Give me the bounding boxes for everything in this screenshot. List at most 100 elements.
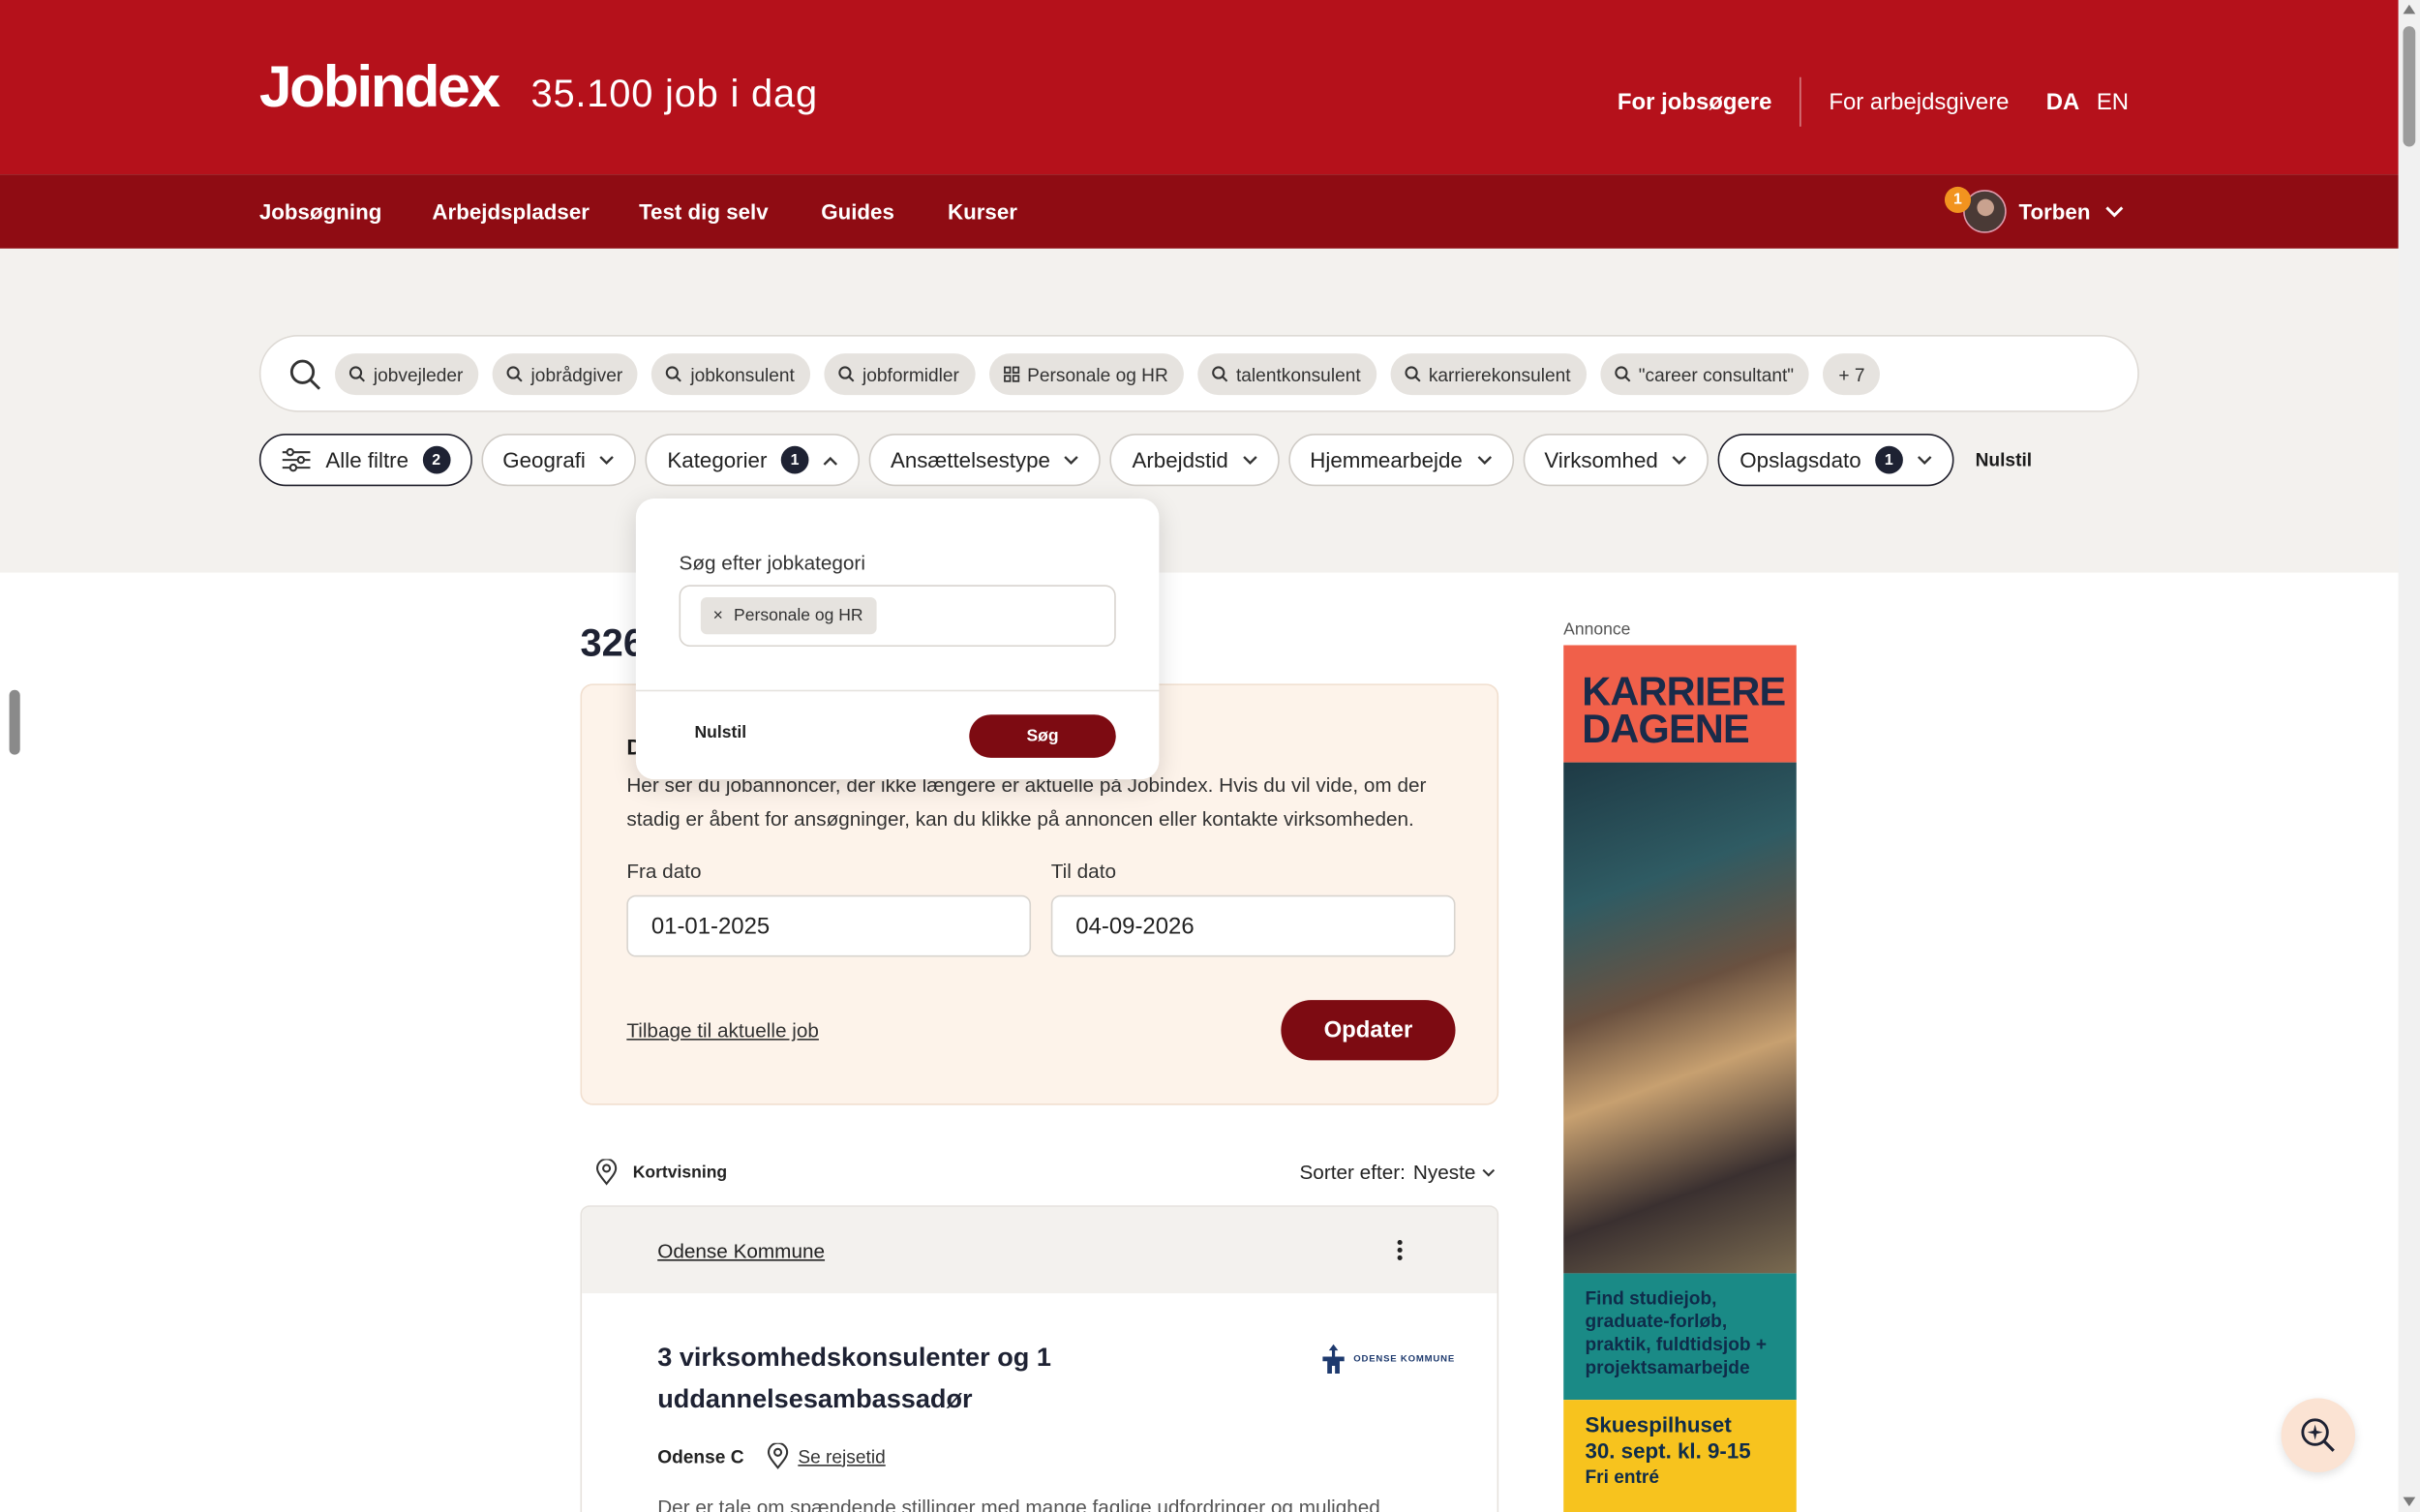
filter-label: Opslagsdato xyxy=(1739,447,1861,472)
category-search-label: Søg efter jobkategori xyxy=(679,551,865,575)
remove-tag-icon[interactable]: × xyxy=(713,607,723,625)
notification-badge: 1 xyxy=(1944,186,1972,214)
job-title-link[interactable]: 3 virksomhedskonsulenter og 1 uddannelse… xyxy=(657,1337,1166,1420)
top-header: Jobindex 35.100 job i dag For jobsøgere … xyxy=(0,0,2399,175)
search-icon xyxy=(838,366,855,382)
category-chip[interactable]: Personale og HR xyxy=(988,353,1184,396)
search-icon xyxy=(1404,366,1421,382)
chevron-down-icon xyxy=(1672,455,1687,465)
virksomhed-filter[interactable]: Virksomhed xyxy=(1523,434,1709,487)
back-to-current-jobs-link[interactable]: Tilbage til aktuelle job xyxy=(626,1018,819,1042)
arbejdstid-filter[interactable]: Arbejdstid xyxy=(1110,434,1280,487)
job-location-row: Odense C Se rejsetid xyxy=(657,1442,886,1469)
search-chip-label: jobrådgiver xyxy=(530,363,623,385)
dropdown-reset-button[interactable]: Nulstil xyxy=(694,724,746,742)
filter-label: Arbejdstid xyxy=(1132,447,1228,472)
search-chip[interactable]: jobrådgiver xyxy=(492,353,639,396)
ai-assistant-button[interactable] xyxy=(2281,1398,2356,1473)
chevron-down-icon xyxy=(1242,455,1257,465)
map-view-toggle[interactable]: Kortvisning xyxy=(595,1159,727,1186)
to-date-input[interactable] xyxy=(1050,894,1456,957)
ad-title: KARRIERE DAGENE xyxy=(1582,672,1786,749)
chevron-down-icon xyxy=(599,455,615,465)
search-icon xyxy=(666,366,682,382)
all-filters-label: Alle filtre xyxy=(325,447,409,472)
filter-label: Ansættelsestype xyxy=(890,447,1050,472)
search-chip-label: jobvejleder xyxy=(373,363,464,385)
filter-row: Alle filtre 2 Geografi Kategorier 1 Ansæt… xyxy=(258,434,2032,487)
sort-selector[interactable]: Sorter efter: Nyeste xyxy=(1299,1161,1496,1184)
filter-sliders-icon xyxy=(282,447,311,472)
search-icon xyxy=(1212,366,1228,382)
search-chip[interactable]: jobformidler xyxy=(824,353,975,396)
user-menu[interactable]: 1 Torben xyxy=(1944,186,2124,235)
ad-green-text: Find studiejob, graduate-forløb, praktik… xyxy=(1563,1273,1797,1401)
search-chip-label: "career consultant" xyxy=(1638,363,1795,385)
user-name: Torben xyxy=(2018,198,2091,225)
lang-en-link[interactable]: EN xyxy=(2097,89,2129,115)
search-icon[interactable] xyxy=(288,358,322,392)
side-panel-handle[interactable] xyxy=(9,689,20,755)
search-chip-label: talentkonsulent xyxy=(1235,363,1361,385)
karrieredagene-ad[interactable]: KARRIERE DAGENE Find studiejob, graduate-… xyxy=(1563,645,1797,1512)
opslagsdato-filter[interactable]: Opslagsdato 1 xyxy=(1717,434,1954,487)
job-snippet: Der er tale om spændende stillinger med … xyxy=(657,1495,1380,1512)
search-chip[interactable]: karrierekonsulent xyxy=(1389,353,1587,396)
filter-label: Kategorier xyxy=(667,447,768,472)
all-filters-button[interactable]: Alle filtre 2 xyxy=(258,434,472,487)
main-nav: Jobsøgning Arbejdspladser Test dig selv … xyxy=(0,174,2399,249)
travel-time-link[interactable]: Se rejsetid xyxy=(798,1445,885,1467)
search-chip[interactable]: talentkonsulent xyxy=(1197,353,1376,396)
job-card[interactable]: Odense Kommune 3 virksomhedskonsulenter … xyxy=(580,1205,1499,1512)
scrollbar-thumb[interactable] xyxy=(2403,26,2416,147)
ansaettelsestype-filter[interactable]: Ansættelsestype xyxy=(868,434,1102,487)
to-date-label: Til dato xyxy=(1050,860,1117,883)
page-scrollbar[interactable] xyxy=(2398,0,2420,1512)
search-chip[interactable]: "career consultant" xyxy=(1599,353,1810,396)
selected-category-tag[interactable]: × Personale og HR xyxy=(700,597,877,635)
reset-filters-link[interactable]: Nulstil xyxy=(1976,449,2032,470)
jobindex-logo[interactable]: Jobindex xyxy=(259,55,500,122)
scroll-up-arrow-icon[interactable] xyxy=(2403,4,2416,15)
geografi-filter[interactable]: Geografi xyxy=(480,434,637,487)
ad-banner-top: KARRIERE DAGENE xyxy=(1563,645,1797,763)
lang-da-link[interactable]: DA xyxy=(2046,89,2080,115)
nav-item-guides[interactable]: Guides xyxy=(821,199,894,225)
for-jobseekers-link[interactable]: For jobsøgere xyxy=(1618,89,1771,115)
nav-item-jobsogning[interactable]: Jobsøgning xyxy=(259,199,381,225)
dropdown-search-button[interactable]: Søg xyxy=(969,714,1116,758)
nav-item-test-dig-selv[interactable]: Test dig selv xyxy=(639,199,769,225)
company-logo[interactable]: ODENSE KOMMUNE xyxy=(1318,1343,1455,1376)
search-bar[interactable]: jobvejleder jobrådgiver jobkonsulent job… xyxy=(258,334,2139,412)
sparkle-search-icon xyxy=(2301,1418,2335,1452)
search-chip[interactable]: jobkonsulent xyxy=(651,353,810,396)
for-employers-link[interactable]: For arbejdsgivere xyxy=(1829,89,2009,115)
hjemmearbejde-filter[interactable]: Hjemmearbejde xyxy=(1287,434,1514,487)
category-search-input[interactable]: × Personale og HR xyxy=(679,585,1116,648)
search-chip-label: karrierekonsulent xyxy=(1428,363,1571,385)
job-card-header: Odense Kommune xyxy=(582,1206,1497,1294)
chevron-up-icon xyxy=(823,456,837,465)
company-link[interactable]: Odense Kommune xyxy=(657,1239,825,1262)
chevron-down-icon xyxy=(1065,455,1079,465)
more-chips-button[interactable]: + 7 xyxy=(1823,353,1881,396)
category-grid-icon xyxy=(1003,366,1019,382)
nav-item-kurser[interactable]: Kurser xyxy=(948,199,1017,225)
chevron-down-icon xyxy=(2105,206,2124,218)
nav-item-arbejdspladser[interactable]: Arbejdspladser xyxy=(432,199,590,225)
filter-count-badge: 2 xyxy=(422,445,451,474)
ad-title-line: DAGENE xyxy=(1582,705,1749,752)
scroll-down-arrow-icon[interactable] xyxy=(2403,1497,2416,1507)
job-city: Odense C xyxy=(657,1445,744,1467)
sort-label: Sorter efter: xyxy=(1299,1160,1406,1184)
from-date-input[interactable] xyxy=(626,894,1032,957)
filter-count-badge: 1 xyxy=(780,445,809,474)
more-options-icon[interactable] xyxy=(1395,1238,1405,1263)
category-dropdown: Søg efter jobkategori × Personale og HR … xyxy=(635,498,1160,780)
kategorier-filter[interactable]: Kategorier 1 xyxy=(646,434,861,487)
chevron-down-icon xyxy=(1476,455,1492,465)
update-button[interactable]: Opdater xyxy=(1281,1000,1456,1061)
search-chip[interactable]: jobvejleder xyxy=(334,353,479,396)
filter-label: Virksomhed xyxy=(1544,447,1658,472)
page: Jobindex 35.100 job i dag For jobsøgere … xyxy=(0,0,2420,1512)
